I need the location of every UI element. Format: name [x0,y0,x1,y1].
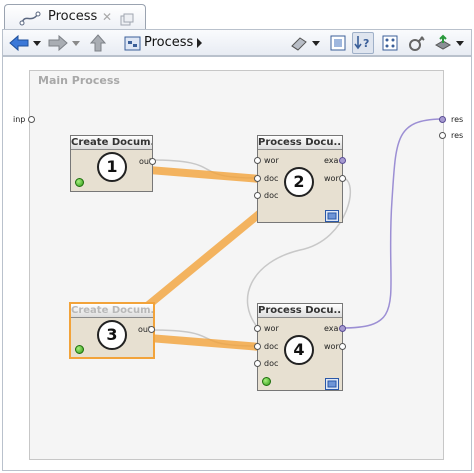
input-port-wor[interactable] [254,325,261,332]
status-ok-icon [75,345,84,354]
process-output-label-1: res [451,115,464,124]
process-breadcrumb-icon[interactable] [124,33,142,53]
port-label-doc-2: doc [264,359,279,368]
status-ok-icon [262,377,271,386]
port-label-doc: doc [264,174,279,183]
chevron-down-icon[interactable] [455,33,465,53]
arrange-icon[interactable] [381,33,399,53]
input-port-doc-2[interactable] [254,192,261,199]
main-process-title: Main Process [38,74,120,87]
step-badge-4: 4 [284,335,314,365]
input-port-wor[interactable] [254,157,261,164]
process-input-label: inp [13,115,26,124]
output-port-exa[interactable] [339,325,346,332]
chevron-right-icon[interactable] [194,33,204,53]
status-ok-icon [75,178,84,187]
input-port-doc-2[interactable] [254,360,261,367]
output-port-out[interactable] [149,158,156,165]
process-flow-icon [19,10,41,26]
process-output-port-2[interactable] [439,132,446,139]
output-port-wor[interactable] [339,175,346,182]
svg-text:?: ? [363,37,369,50]
operator-title: Create Docum... [71,136,152,150]
arrow-up-icon[interactable] [88,33,108,53]
tab-label: Process [48,9,98,24]
port-label-exa: exa [324,156,339,165]
process-editor-window: Process ✕ Process ? Main Process inp res… [0,0,474,473]
process-output-port-1[interactable] [439,116,446,123]
step-badge-3: 3 [97,320,127,350]
input-port-doc[interactable] [254,343,261,350]
tab-strip: Process ✕ [0,0,474,29]
eraser-icon[interactable] [289,33,309,53]
arrow-right-icon[interactable] [47,33,69,53]
output-port-wor[interactable] [339,343,346,350]
port-label-doc-2: doc [264,191,279,200]
step-badge-2: 2 [284,167,314,197]
plugin-icon[interactable] [407,33,427,53]
breadcrumb-process[interactable]: Process [144,35,193,50]
restore-icon[interactable] [120,11,134,26]
chevron-down-icon[interactable] [311,33,321,53]
port-label-exa: exa [324,324,339,333]
input-port-doc[interactable] [254,175,261,182]
output-port-exa[interactable] [339,157,346,164]
main-process-area[interactable] [29,70,444,460]
export-icon[interactable] [433,33,453,53]
port-label-wor-out: wor [324,342,339,351]
operator-title: Create Docum... [71,304,153,318]
port-label-wor-out: wor [324,174,339,183]
port-label-wor: wor [264,324,279,333]
close-icon[interactable]: ✕ [102,10,112,24]
subprocess-icon[interactable] [325,207,339,222]
port-label-wor: wor [264,156,279,165]
chevron-down-icon[interactable] [32,33,42,53]
chevron-down-icon[interactable] [71,33,81,53]
step-badge-1: 1 [97,152,127,182]
arrow-left-icon[interactable] [8,33,30,53]
subprocess-icon[interactable] [325,375,339,390]
fit-page-icon[interactable] [329,33,347,53]
port-label-doc: doc [264,342,279,351]
operator-title: Process Docu... [258,304,342,318]
auto-wire-icon[interactable]: ? [352,32,374,54]
tab-process[interactable]: Process ✕ [4,4,146,29]
output-port-out[interactable] [148,326,155,333]
operator-title: Process Docu... [258,136,342,150]
process-input-port[interactable] [28,116,35,123]
process-output-label-2: res [451,131,464,140]
